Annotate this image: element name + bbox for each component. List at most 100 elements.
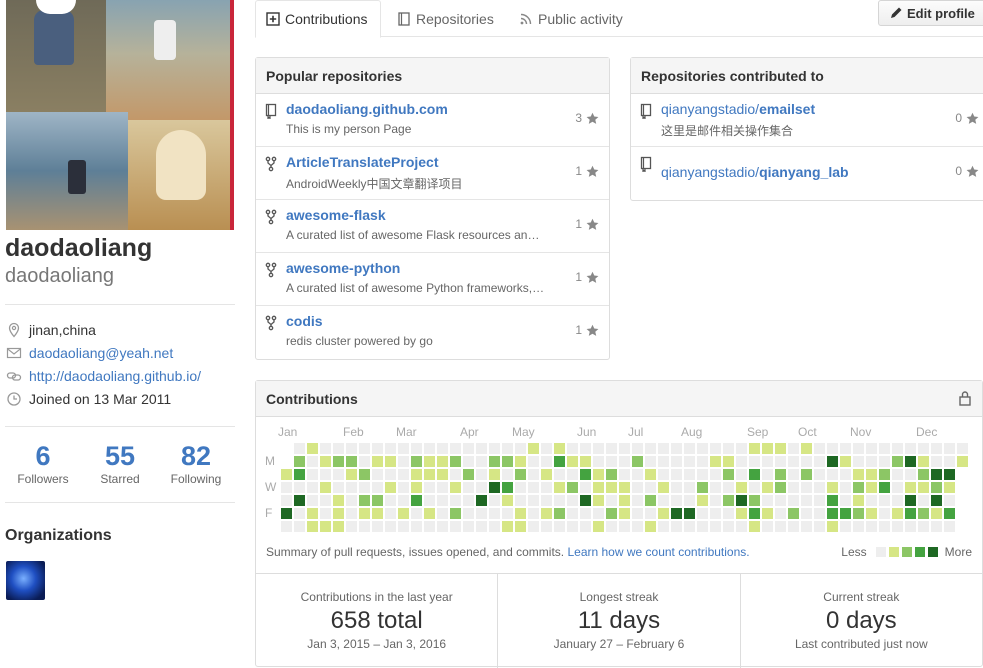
contribution-day[interactable] xyxy=(762,443,773,454)
user-avatar[interactable] xyxy=(6,0,234,230)
contribution-day[interactable] xyxy=(619,482,630,493)
contribution-day[interactable] xyxy=(879,521,890,532)
contribution-day[interactable] xyxy=(619,495,630,506)
contribution-day[interactable] xyxy=(346,482,357,493)
contribution-day[interactable] xyxy=(931,469,942,480)
contribution-day[interactable] xyxy=(931,495,942,506)
contribution-day[interactable] xyxy=(411,508,422,519)
contribution-day[interactable] xyxy=(866,482,877,493)
repo-name-link[interactable]: codis xyxy=(286,313,323,329)
contribution-day[interactable] xyxy=(606,521,617,532)
contribution-day[interactable] xyxy=(541,469,552,480)
contribution-day[interactable] xyxy=(580,456,591,467)
contribution-day[interactable] xyxy=(710,495,721,506)
contribution-day[interactable] xyxy=(801,495,812,506)
contribution-day[interactable] xyxy=(645,482,656,493)
contribution-day[interactable] xyxy=(307,521,318,532)
contribution-day[interactable] xyxy=(879,443,890,454)
contribution-day[interactable] xyxy=(645,521,656,532)
contribution-day[interactable] xyxy=(320,508,331,519)
contribution-day[interactable] xyxy=(411,469,422,480)
contribution-day[interactable] xyxy=(450,521,461,532)
contribution-day[interactable] xyxy=(346,469,357,480)
contribution-day[interactable] xyxy=(502,521,513,532)
contribution-day[interactable] xyxy=(645,508,656,519)
contribution-day[interactable] xyxy=(372,443,383,454)
contribution-day[interactable] xyxy=(359,443,370,454)
contribution-day[interactable] xyxy=(944,482,955,493)
contribution-day[interactable] xyxy=(944,508,955,519)
contribution-day[interactable] xyxy=(619,456,630,467)
contribution-day[interactable] xyxy=(593,482,604,493)
contribution-day[interactable] xyxy=(788,482,799,493)
contribution-day[interactable] xyxy=(489,482,500,493)
contribution-day[interactable] xyxy=(437,469,448,480)
contribution-day[interactable] xyxy=(294,482,305,493)
contribution-day[interactable] xyxy=(437,521,448,532)
contribution-day[interactable] xyxy=(905,495,916,506)
contribution-day[interactable] xyxy=(866,469,877,480)
contribution-day[interactable] xyxy=(476,443,487,454)
contribution-day[interactable] xyxy=(515,495,526,506)
contribution-day[interactable] xyxy=(294,443,305,454)
contribution-day[interactable] xyxy=(554,495,565,506)
contribution-day[interactable] xyxy=(645,443,656,454)
contribution-day[interactable] xyxy=(762,495,773,506)
contribution-day[interactable] xyxy=(437,443,448,454)
contribution-day[interactable] xyxy=(333,482,344,493)
contribution-day[interactable] xyxy=(359,508,370,519)
contribution-day[interactable] xyxy=(762,521,773,532)
contribution-day[interactable] xyxy=(723,469,734,480)
contribution-day[interactable] xyxy=(723,508,734,519)
contribution-day[interactable] xyxy=(788,469,799,480)
contribution-day[interactable] xyxy=(528,469,539,480)
contribution-day[interactable] xyxy=(931,508,942,519)
contribution-day[interactable] xyxy=(528,456,539,467)
contribution-day[interactable] xyxy=(385,495,396,506)
contribution-day[interactable] xyxy=(736,469,747,480)
contribution-day[interactable] xyxy=(320,456,331,467)
contribution-day[interactable] xyxy=(528,521,539,532)
contribution-day[interactable] xyxy=(840,443,851,454)
contribution-day[interactable] xyxy=(541,482,552,493)
contribution-day[interactable] xyxy=(424,456,435,467)
contribution-day[interactable] xyxy=(502,482,513,493)
contribution-day[interactable] xyxy=(502,508,513,519)
contribution-day[interactable] xyxy=(619,443,630,454)
contribution-day[interactable] xyxy=(502,495,513,506)
contribution-day[interactable] xyxy=(918,443,929,454)
contribution-day[interactable] xyxy=(593,456,604,467)
contribution-day[interactable] xyxy=(853,482,864,493)
contribution-day[interactable] xyxy=(502,456,513,467)
contribution-day[interactable] xyxy=(671,495,682,506)
contribution-day[interactable] xyxy=(528,508,539,519)
contribution-day[interactable] xyxy=(931,521,942,532)
contribution-day[interactable] xyxy=(853,443,864,454)
contribution-day[interactable] xyxy=(749,443,760,454)
contribution-day[interactable] xyxy=(684,469,695,480)
contribution-day[interactable] xyxy=(879,482,890,493)
contribution-day[interactable] xyxy=(398,508,409,519)
contribution-day[interactable] xyxy=(619,508,630,519)
contribution-day[interactable] xyxy=(346,521,357,532)
contribution-day[interactable] xyxy=(320,443,331,454)
edit-profile-button[interactable]: Edit profile xyxy=(878,0,983,26)
popular-repo-item[interactable]: ArticleTranslateProject AndroidWeekly中国文章… xyxy=(256,147,609,200)
contribution-day[interactable] xyxy=(957,456,968,467)
contribution-day[interactable] xyxy=(359,495,370,506)
contribution-day[interactable] xyxy=(775,456,786,467)
contribution-day[interactable] xyxy=(879,456,890,467)
contribution-day[interactable] xyxy=(944,469,955,480)
contribution-day[interactable] xyxy=(905,456,916,467)
contribution-day[interactable] xyxy=(567,495,578,506)
contribution-day[interactable] xyxy=(372,469,383,480)
contribution-day[interactable] xyxy=(762,456,773,467)
contribution-day[interactable] xyxy=(892,469,903,480)
contribution-day[interactable] xyxy=(736,482,747,493)
contribution-day[interactable] xyxy=(333,443,344,454)
contribution-day[interactable] xyxy=(710,508,721,519)
contribution-day[interactable] xyxy=(957,443,968,454)
contribution-day[interactable] xyxy=(775,443,786,454)
contribution-day[interactable] xyxy=(684,495,695,506)
contribution-day[interactable] xyxy=(840,482,851,493)
